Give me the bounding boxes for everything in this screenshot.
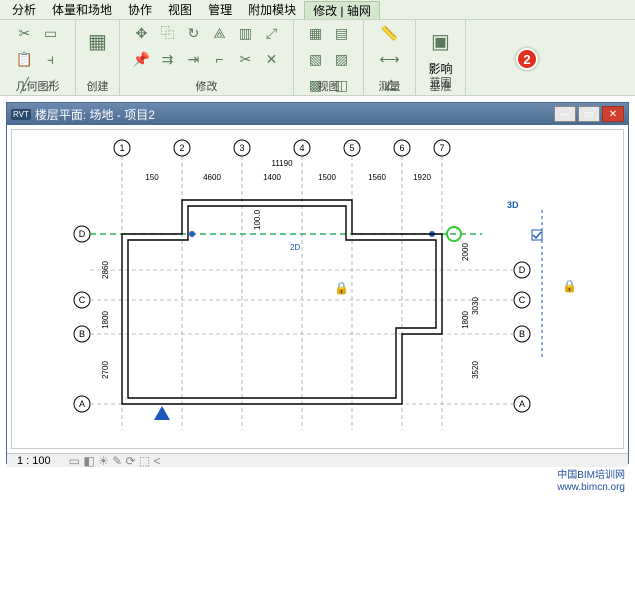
svg-text:2000: 2000	[461, 243, 470, 261]
affect-range-icon: ▣	[422, 22, 460, 60]
svg-text:5: 5	[349, 143, 354, 153]
rvt-badge: RVT	[11, 109, 31, 120]
view-scale[interactable]: 1 : 100	[17, 455, 51, 467]
svg-text:C: C	[79, 295, 86, 305]
svg-text:1560: 1560	[368, 173, 386, 182]
align-icon[interactable]: ⫞	[40, 48, 62, 70]
svg-text:C: C	[519, 295, 526, 305]
close-button[interactable]: ✕	[602, 106, 624, 122]
svg-text:150: 150	[145, 173, 159, 182]
svg-text:D: D	[519, 265, 526, 275]
svg-text:3520: 3520	[471, 361, 480, 379]
svg-text:3030: 3030	[471, 297, 480, 315]
menu-mass-site[interactable]: 体量和场地	[44, 1, 120, 18]
view1-icon[interactable]: ▦	[305, 22, 327, 44]
svg-text:1920: 1920	[413, 173, 431, 182]
svg-text:1: 1	[119, 143, 124, 153]
max-button[interactable]: ▭	[578, 106, 600, 122]
menu-analysis[interactable]: 分析	[4, 1, 44, 18]
pin-icon[interactable]: 📌	[131, 48, 153, 70]
paste-icon[interactable]: 📋	[14, 48, 36, 70]
svg-text:2700: 2700	[101, 361, 110, 379]
view2-icon[interactable]: ▤	[331, 22, 353, 44]
offset-icon[interactable]: ⇉	[157, 48, 179, 70]
status-bar: 1 : 100 ▭ ◧ ☀ ✎ ⟳ ⬚ <	[7, 453, 628, 467]
svg-text:B: B	[79, 329, 85, 339]
doc-title: 楼层平面: 场地 - 项目2	[35, 106, 155, 123]
dim-icon[interactable]: ⟷	[379, 48, 401, 70]
move-icon[interactable]: ✥	[131, 22, 153, 44]
ruler-icon[interactable]: 📏	[379, 22, 401, 44]
svg-text:4600: 4600	[203, 173, 221, 182]
ribbon: ✂ ▭ 📋 ⫞ ╱ ⟋ 几何图形 ▦ 创建 ✥ ⿻ ↻ ⟁ ▥ ⤢ 📌 ⇉ ⇥ …	[0, 20, 635, 96]
svg-text:🔒: 🔒	[334, 281, 349, 295]
panel-view-label: 视图	[294, 78, 363, 94]
svg-text:6: 6	[399, 143, 404, 153]
menu-view[interactable]: 视图	[160, 1, 200, 18]
menu-addin[interactable]: 附加模块	[240, 1, 304, 18]
menu-modify-grid[interactable]: 修改 | 轴网	[304, 1, 380, 19]
panel-modify-label: 修改	[120, 78, 293, 94]
copy-icon[interactable]: ⿻	[157, 22, 179, 44]
svg-text:3: 3	[239, 143, 244, 153]
svg-text:11190: 11190	[271, 159, 293, 168]
menu-collab[interactable]: 协作	[120, 1, 160, 18]
menu-manage[interactable]: 管理	[200, 1, 240, 18]
svg-text:1400: 1400	[263, 173, 281, 182]
extend-icon[interactable]: ⇥	[183, 48, 205, 70]
panel-create-label: 创建	[76, 78, 119, 94]
svg-text:7: 7	[439, 143, 444, 153]
plan-canvas[interactable]: 1 2 3 4 5 6 7 A B C D A B C D	[11, 129, 624, 449]
panel-measure-label: 测量	[364, 78, 415, 94]
document-window: RVT 楼层平面: 场地 - 项目2 — ▭ ✕ 1 2 3 4 5 6 7 A B C D A B…	[6, 102, 629, 464]
svg-text:D: D	[79, 229, 86, 239]
menu-bar: 分析 体量和场地 协作 视图 管理 附加模块 修改 | 轴网	[0, 0, 635, 20]
join-icon[interactable]: ▭	[40, 22, 62, 44]
panel-shape-label: 几何图形	[0, 78, 75, 94]
svg-text:2860: 2860	[101, 261, 110, 279]
delete-icon[interactable]: ✕	[261, 48, 283, 70]
svg-text:2: 2	[179, 143, 184, 153]
scale-icon[interactable]: ⤢	[261, 22, 283, 44]
svg-text:4: 4	[299, 143, 304, 153]
svg-text:1500: 1500	[318, 173, 336, 182]
svg-text:🔒: 🔒	[562, 279, 577, 293]
titlebar: RVT 楼层平面: 场地 - 项目2 — ▭ ✕	[7, 103, 628, 125]
create-icon[interactable]: ▦	[79, 22, 117, 60]
svg-text:A: A	[519, 399, 525, 409]
svg-text:B: B	[519, 329, 525, 339]
watermark: 中国BIM培训网 www.bimcn.org	[557, 470, 625, 494]
svg-text:2D: 2D	[290, 243, 300, 252]
mirror-icon[interactable]: ⟁	[209, 22, 231, 44]
cut-icon[interactable]: ✂	[14, 22, 36, 44]
svg-text:A: A	[79, 399, 85, 409]
rotate-icon[interactable]: ↻	[183, 22, 205, 44]
view4-icon[interactable]: ▨	[331, 48, 353, 70]
array-icon[interactable]: ▥	[235, 22, 257, 44]
svg-text:1800: 1800	[101, 311, 110, 329]
svg-text:100.0: 100.0	[253, 209, 262, 230]
svg-text:1800: 1800	[461, 311, 470, 329]
min-button[interactable]: —	[554, 106, 576, 122]
trim2-icon[interactable]: ⌐	[209, 48, 231, 70]
annotation-badge-2: 2	[516, 48, 538, 70]
panel-base-label: 基准	[416, 78, 465, 94]
floor-plan: 1 2 3 4 5 6 7 A B C D A B C D	[12, 130, 624, 444]
split2-icon[interactable]: ✂	[235, 48, 257, 70]
svg-text:3D: 3D	[507, 200, 519, 210]
view3-icon[interactable]: ▧	[305, 48, 327, 70]
